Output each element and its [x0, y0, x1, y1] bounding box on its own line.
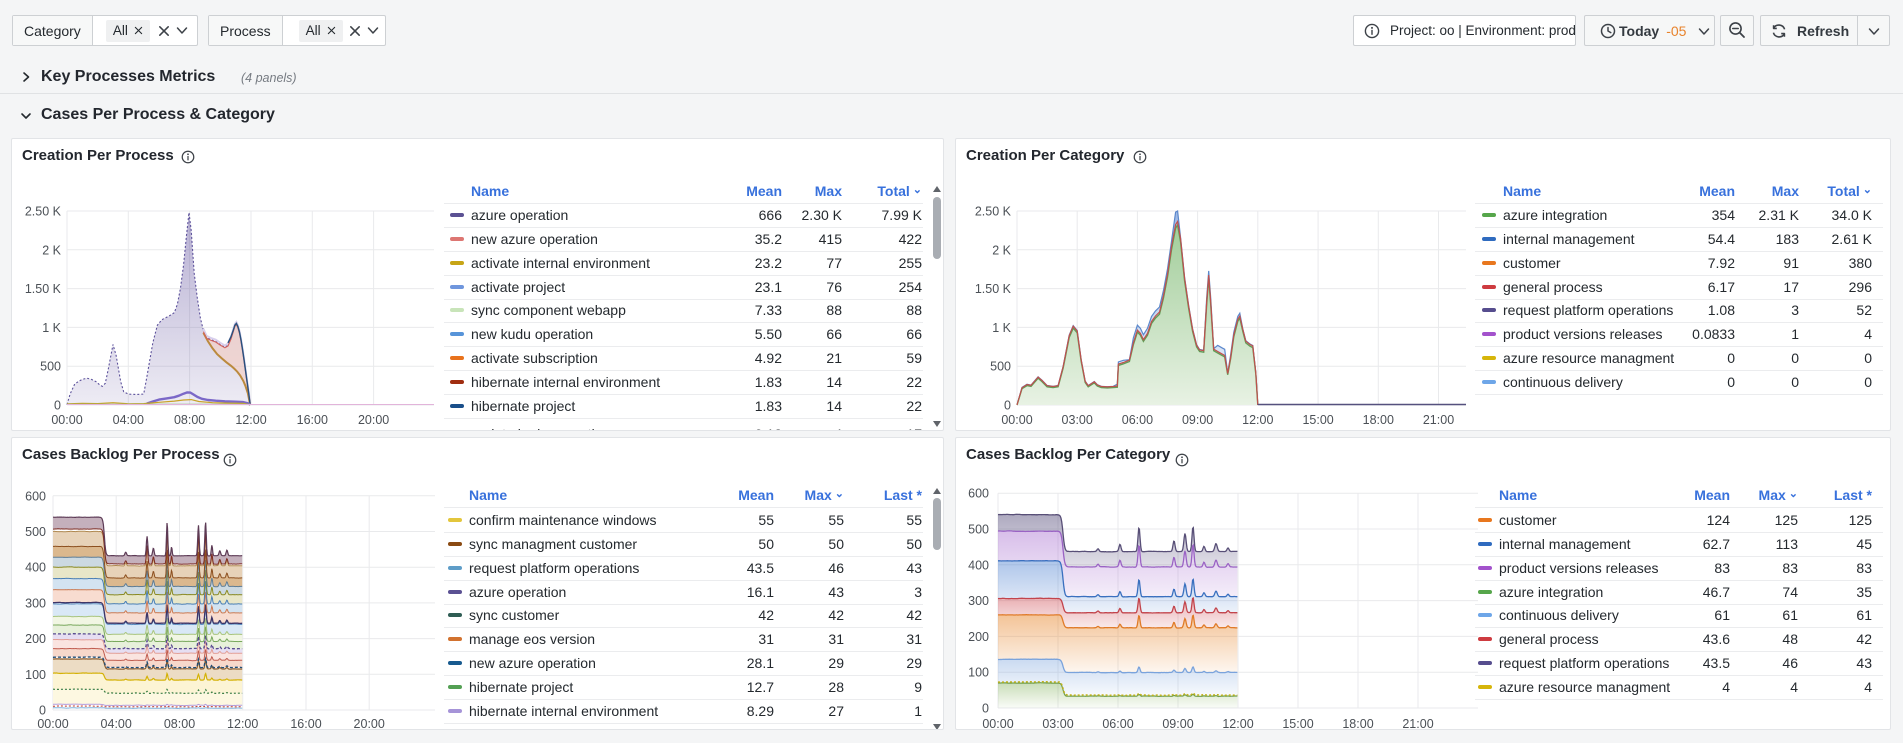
svg-text:00:00: 00:00 — [1001, 413, 1032, 427]
svg-text:500: 500 — [40, 360, 61, 374]
svg-text:600: 600 — [968, 487, 989, 501]
svg-text:0: 0 — [54, 399, 61, 413]
svg-text:15:00: 15:00 — [1302, 413, 1333, 427]
svg-text:00:00: 00:00 — [51, 413, 82, 427]
svg-text:15:00: 15:00 — [1282, 717, 1313, 730]
svg-text:200: 200 — [25, 632, 46, 646]
svg-text:06:00: 06:00 — [1122, 413, 1153, 427]
svg-text:2.50 K: 2.50 K — [975, 205, 1012, 219]
svg-text:20:00: 20:00 — [354, 717, 385, 730]
svg-text:200: 200 — [968, 630, 989, 644]
svg-text:2 K: 2 K — [992, 243, 1011, 257]
svg-text:06:00: 06:00 — [1102, 717, 1133, 730]
svg-text:500: 500 — [968, 523, 989, 537]
svg-text:04:00: 04:00 — [113, 413, 144, 427]
svg-text:1 K: 1 K — [42, 321, 61, 335]
svg-text:0: 0 — [982, 702, 989, 716]
svg-text:500: 500 — [990, 360, 1011, 374]
svg-text:12:00: 12:00 — [227, 717, 258, 730]
svg-text:18:00: 18:00 — [1363, 413, 1394, 427]
svg-text:100: 100 — [25, 668, 46, 682]
svg-text:09:00: 09:00 — [1162, 717, 1193, 730]
svg-text:1.50 K: 1.50 K — [25, 282, 62, 296]
svg-text:16:00: 16:00 — [290, 717, 321, 730]
svg-text:100: 100 — [968, 666, 989, 680]
svg-text:16:00: 16:00 — [297, 413, 328, 427]
svg-text:1.50 K: 1.50 K — [975, 282, 1012, 296]
svg-text:08:00: 08:00 — [174, 413, 205, 427]
svg-text:09:00: 09:00 — [1182, 413, 1213, 427]
svg-text:12:00: 12:00 — [1242, 413, 1273, 427]
svg-text:600: 600 — [25, 489, 46, 503]
svg-text:18:00: 18:00 — [1342, 717, 1373, 730]
svg-text:20:00: 20:00 — [358, 413, 389, 427]
svg-text:04:00: 04:00 — [101, 717, 132, 730]
svg-text:12:00: 12:00 — [235, 413, 266, 427]
svg-text:1 K: 1 K — [992, 321, 1011, 335]
svg-text:400: 400 — [968, 558, 989, 572]
svg-text:2 K: 2 K — [42, 243, 61, 257]
svg-text:00:00: 00:00 — [982, 717, 1013, 730]
svg-text:2.50 K: 2.50 K — [25, 205, 62, 219]
svg-text:08:00: 08:00 — [164, 717, 195, 730]
svg-text:300: 300 — [968, 594, 989, 608]
svg-text:0: 0 — [1004, 399, 1011, 413]
svg-text:03:00: 03:00 — [1062, 413, 1093, 427]
svg-text:03:00: 03:00 — [1042, 717, 1073, 730]
svg-text:12:00: 12:00 — [1222, 717, 1253, 730]
svg-text:21:00: 21:00 — [1402, 717, 1433, 730]
svg-text:400: 400 — [25, 561, 46, 575]
svg-text:00:00: 00:00 — [37, 717, 68, 730]
svg-text:500: 500 — [25, 525, 46, 539]
svg-text:300: 300 — [25, 596, 46, 610]
svg-text:21:00: 21:00 — [1423, 413, 1454, 427]
svg-text:0: 0 — [39, 704, 46, 718]
